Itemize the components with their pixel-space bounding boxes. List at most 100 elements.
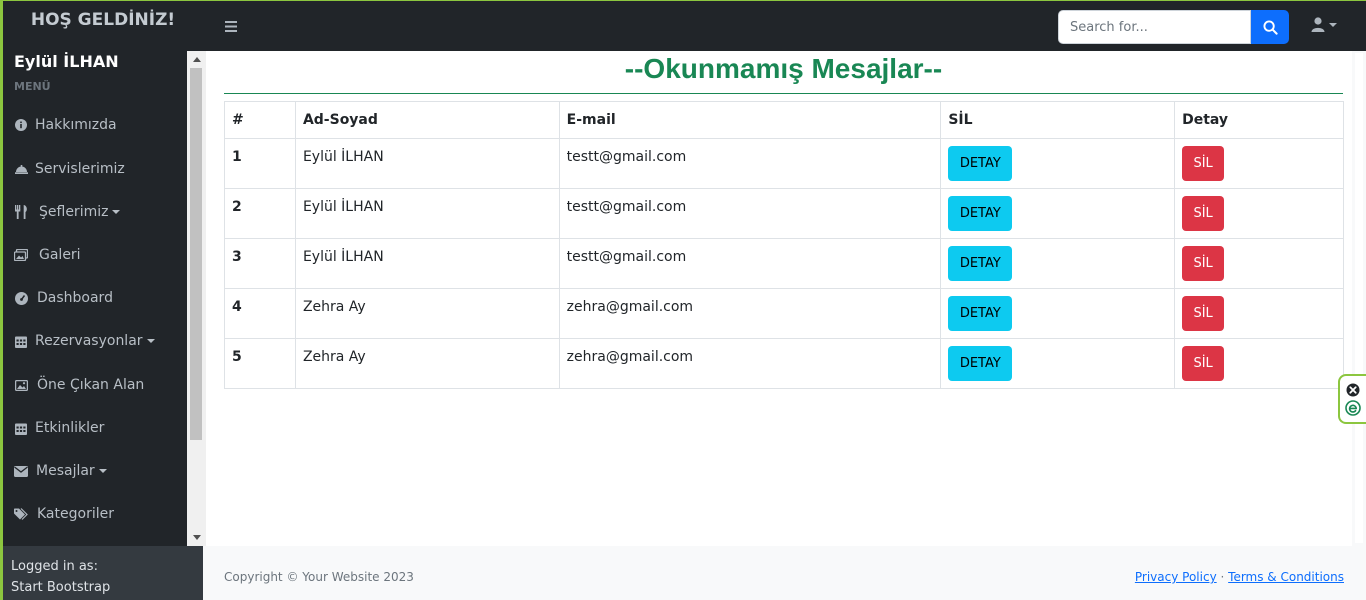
- envelope-icon: [13, 463, 29, 479]
- table-row: 4 Zehra Ay zehra@gmail.com DETAY SİL: [224, 288, 1344, 339]
- user-icon: [1311, 17, 1325, 32]
- sidebar-item-rezervasyonlar[interactable]: Rezervasyonlar: [13, 329, 155, 353]
- search-icon: [1262, 19, 1278, 35]
- row-delete-cell: SİL: [1174, 188, 1344, 239]
- row-email: testt@gmail.com: [558, 238, 942, 289]
- table-header-row: # Ad-Soyad E-mail SİL Detay: [224, 101, 1344, 139]
- main-scrollbar-thumb[interactable]: [1355, 53, 1363, 543]
- row-detail-cell: DETAY: [940, 338, 1176, 389]
- page-footer: Copyright © Your Website 2023 Privacy Po…: [203, 546, 1366, 600]
- main-scrollbar[interactable]: [1352, 51, 1366, 546]
- sidebar-scrollbar[interactable]: [187, 51, 206, 546]
- privacy-policy-link[interactable]: Privacy Policy: [1135, 570, 1217, 584]
- title-divider: [224, 93, 1343, 94]
- sidebar-item-label: Öne Çıkan Alan: [37, 377, 145, 393]
- copyright-text: Copyright © Your Website 2023: [224, 570, 414, 584]
- detail-button[interactable]: DETAY: [948, 296, 1013, 331]
- column-header-name: Ad-Soyad: [294, 101, 560, 139]
- bell-concierge-icon: [13, 161, 29, 177]
- terms-link[interactable]: Terms & Conditions: [1228, 570, 1344, 584]
- sidebar-footer: Logged in as: Start Bootstrap: [3, 546, 203, 600]
- row-detail-cell: DETAY: [940, 188, 1176, 239]
- calendar-icon: [13, 420, 29, 436]
- messages-table: # Ad-Soyad E-mail SİL Detay 1 Eylül İLHA…: [224, 101, 1344, 389]
- footer-separator: ·: [1220, 570, 1225, 584]
- sidebar-item-galeri[interactable]: Galeri: [13, 243, 81, 267]
- row-delete-cell: SİL: [1174, 138, 1344, 189]
- info-circle-icon: [13, 117, 29, 133]
- detail-button[interactable]: DETAY: [948, 196, 1013, 231]
- sidebar-item-label: Etkinlikler: [35, 420, 105, 436]
- sidebar-item-label: Şeflerimiz: [39, 204, 109, 220]
- close-circle-icon[interactable]: [1346, 383, 1360, 397]
- table-row: 5 Zehra Ay zehra@gmail.com DETAY SİL: [224, 338, 1344, 389]
- search-input[interactable]: [1058, 10, 1251, 44]
- utensils-icon: [13, 204, 29, 220]
- sidebar-user-name: Eylül İLHAN: [14, 52, 119, 71]
- sidebar-scrollbar-thumb[interactable]: [190, 68, 202, 440]
- row-name: Eylül İLHAN: [294, 138, 560, 189]
- chevron-down-icon: [146, 339, 155, 343]
- sidebar-item-label: Kategoriler: [37, 506, 114, 522]
- row-name: Zehra Ay: [294, 338, 560, 389]
- detail-button[interactable]: DETAY: [948, 346, 1013, 381]
- column-header-number: #: [224, 101, 296, 139]
- sidebar-toggle-button[interactable]: [225, 17, 237, 36]
- sidebar-item-label: Hakkımızda: [35, 117, 117, 133]
- row-detail-cell: DETAY: [940, 138, 1176, 189]
- images-icon: [13, 247, 29, 263]
- sidebar-item-seflerimiz[interactable]: Şeflerimiz: [13, 200, 121, 224]
- page-title: --Okunmamış Mesajlar--: [624, 53, 943, 84]
- row-number: 2: [224, 188, 296, 239]
- sidebar-item-one-cikan-alan[interactable]: Öne Çıkan Alan: [13, 373, 144, 397]
- sidebar-item-hakkimizda[interactable]: Hakkımızda: [13, 113, 117, 137]
- search-button[interactable]: [1251, 10, 1289, 44]
- column-header-detay: Detay: [1174, 101, 1344, 139]
- hamburger-icon: [225, 21, 237, 32]
- image-icon: [13, 377, 29, 393]
- row-email: testt@gmail.com: [558, 188, 942, 239]
- row-number: 1: [224, 138, 296, 189]
- delete-button[interactable]: SİL: [1182, 196, 1225, 231]
- row-name: Zehra Ay: [294, 288, 560, 339]
- chevron-down-icon: [98, 469, 107, 473]
- edge-logo-icon[interactable]: [1345, 399, 1361, 416]
- row-number: 3: [224, 238, 296, 289]
- sidebar-item-mesajlar[interactable]: Mesajlar: [13, 459, 107, 483]
- sidebar-item-kategoriler[interactable]: Kategoriler: [13, 502, 114, 526]
- edge-extension-widget[interactable]: [1338, 374, 1366, 424]
- detail-button[interactable]: DETAY: [948, 246, 1013, 281]
- row-detail-cell: DETAY: [940, 288, 1176, 339]
- sidebar-item-dashboard[interactable]: Dashboard: [13, 286, 113, 310]
- chevron-down-icon: [1329, 22, 1337, 27]
- sidebar-item-servislerimiz[interactable]: Servislerimiz: [13, 157, 125, 181]
- sidebar: Eylül İLHAN MENÜ Hakkımızda Servislerimi…: [0, 51, 206, 600]
- sidebar-item-label: Dashboard: [37, 290, 113, 306]
- row-email: zehra@gmail.com: [558, 338, 942, 389]
- sidebar-item-label: Galeri: [39, 247, 81, 263]
- user-menu-dropdown[interactable]: [1311, 17, 1337, 32]
- delete-button[interactable]: SİL: [1182, 146, 1225, 181]
- delete-button[interactable]: SİL: [1182, 346, 1225, 381]
- footer-links: Privacy Policy · Terms & Conditions: [1135, 570, 1344, 584]
- table-row: 2 Eylül İLHAN testt@gmail.com DETAY SİL: [224, 188, 1344, 239]
- search-form: [1058, 10, 1289, 44]
- sidebar-heading: MENÜ: [14, 80, 51, 93]
- delete-button[interactable]: SİL: [1182, 296, 1225, 331]
- table-row: 3 Eylül İLHAN testt@gmail.com DETAY SİL: [224, 238, 1344, 289]
- gauge-icon: [13, 290, 29, 306]
- tags-icon: [13, 506, 29, 522]
- column-header-email: E-mail: [558, 101, 942, 139]
- detail-button[interactable]: DETAY: [948, 146, 1013, 181]
- chevron-down-icon: [112, 210, 121, 214]
- sidebar-item-label: Servislerimiz: [35, 161, 125, 177]
- row-email: testt@gmail.com: [558, 138, 942, 189]
- delete-button[interactable]: SİL: [1182, 246, 1225, 281]
- row-number: 5: [224, 338, 296, 389]
- scroll-down-arrow-icon[interactable]: [193, 535, 201, 540]
- logged-in-user: Start Bootstrap: [11, 580, 111, 595]
- brand-title[interactable]: HOŞ GELDİNİZ!: [3, 1, 203, 39]
- sidebar-item-label: Mesajlar: [36, 463, 95, 479]
- scroll-up-arrow-icon[interactable]: [193, 57, 201, 62]
- sidebar-item-etkinlikler[interactable]: Etkinlikler: [13, 416, 104, 440]
